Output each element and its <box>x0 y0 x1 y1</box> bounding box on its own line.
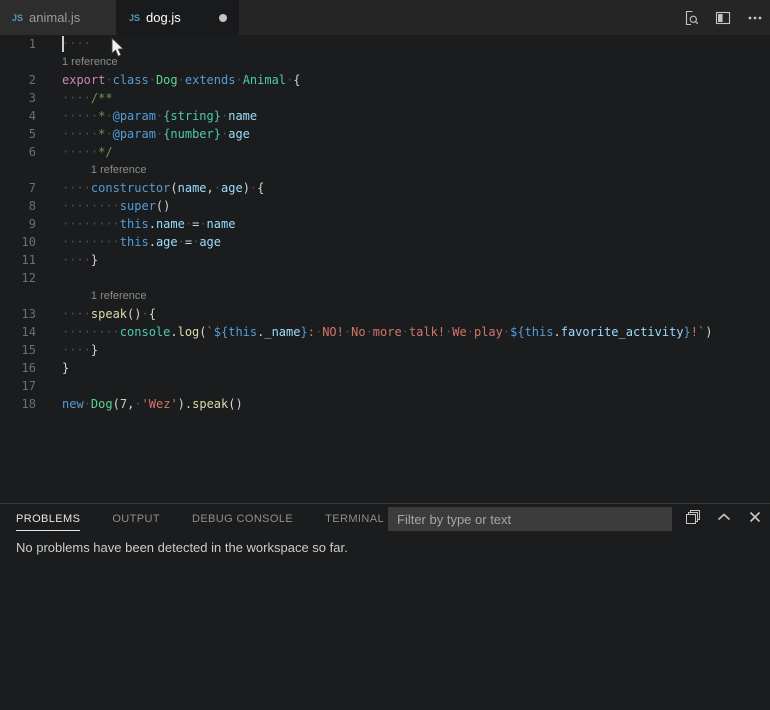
code-text: ····} <box>62 343 98 357</box>
line-number[interactable]: 15 <box>0 343 36 357</box>
code-text: } <box>62 361 69 375</box>
js-file-icon: JS <box>129 13 140 23</box>
modified-dot-icon[interactable] <box>219 14 227 22</box>
code-line-11[interactable]: 11 ····} <box>0 251 770 269</box>
code-line-9[interactable]: 9 ········this.name·=·name <box>0 215 770 233</box>
code-text: ···· <box>62 36 91 52</box>
code-line-5[interactable]: 5 ·····*·@param·{number}·age <box>0 125 770 143</box>
codelens-reference-link[interactable]: 1 reference <box>91 161 147 179</box>
code-line-7[interactable]: 7 ····constructor(name,·age)·{ <box>0 179 770 197</box>
editor-tab-bar: JS animal.js JS dog.js <box>0 0 770 35</box>
line-number[interactable]: 4 <box>0 109 36 123</box>
code-text: ····/** <box>62 91 113 105</box>
code-text: ·····*·@param·{string}·name <box>62 109 257 123</box>
code-text: ········this.name·=·name <box>62 217 235 231</box>
codelens-row: 1 reference <box>0 161 770 179</box>
panel-header: PROBLEMS OUTPUT DEBUG CONSOLE TERMINAL <box>0 504 770 532</box>
line-number[interactable]: 14 <box>0 325 36 339</box>
code-line-2[interactable]: 2 export·class·Dog·extends·Animal·{ <box>0 71 770 89</box>
line-number[interactable]: 8 <box>0 199 36 213</box>
codelens-row: 1 reference <box>0 53 770 71</box>
code-text: ····speak()·{ <box>62 307 156 321</box>
line-number[interactable]: 18 <box>0 397 36 411</box>
js-file-icon: JS <box>12 13 23 23</box>
search-editor-icon[interactable] <box>682 9 700 27</box>
code-line-8[interactable]: 8 ········super() <box>0 197 770 215</box>
panel-tab-output[interactable]: OUTPUT <box>112 506 160 531</box>
code-lines: 1····1 reference2export·class·Dog·extend… <box>0 35 770 413</box>
line-number[interactable]: 17 <box>0 379 36 393</box>
code-text: ········this.age·=·age <box>62 235 221 249</box>
panel-tab-problems[interactable]: PROBLEMS <box>16 506 80 531</box>
panel-tab-debug-console[interactable]: DEBUG CONSOLE <box>192 506 293 531</box>
line-number[interactable]: 3 <box>0 91 36 105</box>
panel-tabs: PROBLEMS OUTPUT DEBUG CONSOLE TERMINAL <box>16 504 384 532</box>
code-text: ·····*·@param·{number}·age <box>62 127 250 141</box>
codelens-reference-link[interactable]: 1 reference <box>91 287 147 305</box>
tab-label: animal.js <box>29 10 80 25</box>
code-text: ····} <box>62 253 98 267</box>
codelens-reference-link[interactable]: 1 reference <box>62 53 118 71</box>
tab-label: dog.js <box>146 10 181 25</box>
more-actions-icon[interactable] <box>746 9 764 27</box>
code-text: ····constructor(name,·age)·{ <box>62 181 264 195</box>
code-line-6[interactable]: 6 ·····*/ <box>0 143 770 161</box>
line-number[interactable]: 7 <box>0 181 36 195</box>
line-number[interactable]: 5 <box>0 127 36 141</box>
line-number[interactable]: 6 <box>0 145 36 159</box>
tab-animal-js[interactable]: JS animal.js <box>0 0 117 35</box>
code-line-14[interactable]: 14 ········console.log(`${this._name}:·NO… <box>0 323 770 341</box>
line-number[interactable]: 16 <box>0 361 36 375</box>
codelens-row: 1 reference <box>0 287 770 305</box>
problems-filter-input[interactable] <box>388 507 672 531</box>
code-text: ········super() <box>62 199 170 213</box>
line-number[interactable]: 9 <box>0 217 36 231</box>
panel-tab-terminal[interactable]: TERMINAL <box>325 506 384 531</box>
editor-actions <box>682 0 770 35</box>
bottom-panel: PROBLEMS OUTPUT DEBUG CONSOLE TERMINAL <box>0 503 770 710</box>
line-number[interactable]: 10 <box>0 235 36 249</box>
code-line-10[interactable]: 10 ········this.age·=·age <box>0 233 770 251</box>
problems-panel-content: No problems have been detected in the wo… <box>0 532 770 557</box>
tab-dog-js[interactable]: JS dog.js <box>117 0 239 35</box>
code-editor[interactable]: 1····1 reference2export·class·Dog·extend… <box>0 35 770 503</box>
line-number[interactable]: 1 <box>0 37 36 51</box>
line-number[interactable]: 11 <box>0 253 36 267</box>
code-line-15[interactable]: 15 ····} <box>0 341 770 359</box>
code-line-16[interactable]: 16} <box>0 359 770 377</box>
line-number[interactable]: 12 <box>0 271 36 285</box>
code-line-1[interactable]: 1 ···· <box>0 35 770 53</box>
code-text: export·class·Dog·extends·Animal·{ <box>62 73 301 87</box>
code-line-12[interactable]: 12 <box>0 269 770 287</box>
close-icon[interactable] <box>746 508 764 526</box>
split-editor-icon[interactable] <box>714 9 732 27</box>
code-text: ·····*/ <box>62 145 113 159</box>
code-line-3[interactable]: 3 ····/** <box>0 89 770 107</box>
code-line-13[interactable]: 13 ····speak()·{ <box>0 305 770 323</box>
panel-action-icons <box>684 508 764 526</box>
line-number[interactable]: 2 <box>0 73 36 87</box>
code-text: new·Dog(7,·'Wez').speak() <box>62 397 243 411</box>
code-line-18[interactable]: 18 new·Dog(7,·'Wez').speak() <box>0 395 770 413</box>
code-text: ········console.log(`${this._name}:·NO!·… <box>62 325 712 339</box>
line-number[interactable]: 13 <box>0 307 36 321</box>
layers-icon[interactable] <box>684 508 702 526</box>
code-line-17[interactable]: 17 <box>0 377 770 395</box>
code-line-4[interactable]: 4 ·····*·@param·{string}·name <box>0 107 770 125</box>
chevron-up-icon[interactable] <box>715 508 733 526</box>
no-problems-message: No problems have been detected in the wo… <box>16 540 348 555</box>
